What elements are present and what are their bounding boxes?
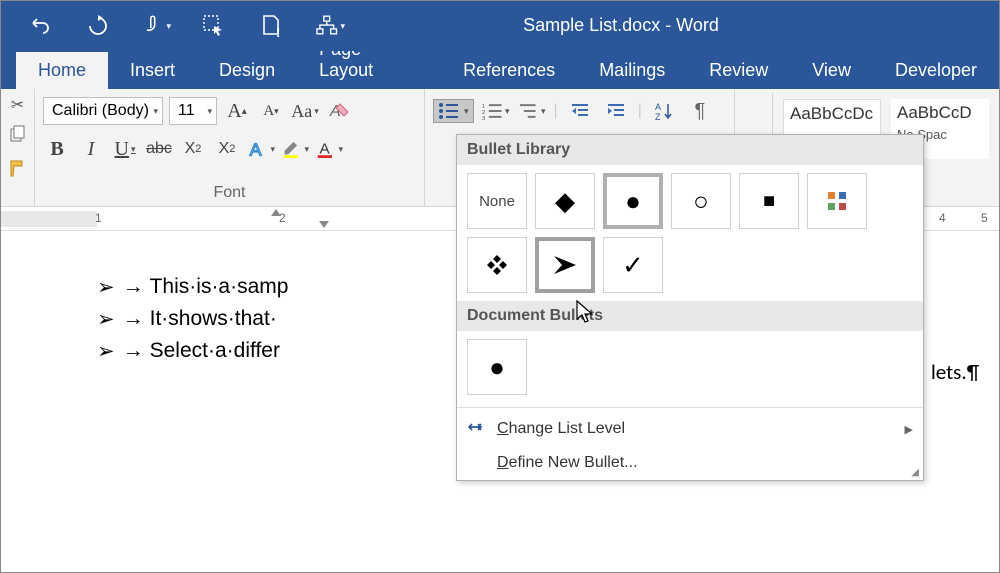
bullet-option-arrowhead[interactable]: [535, 237, 595, 293]
change-case-button[interactable]: Aa▾: [291, 97, 319, 125]
select-objects-icon[interactable]: [199, 11, 229, 41]
copy-icon[interactable]: [9, 125, 27, 148]
tab-design[interactable]: Design: [197, 52, 297, 89]
tab-insert[interactable]: Insert: [108, 52, 197, 89]
undo-icon[interactable]: [25, 11, 55, 41]
decrease-indent-button[interactable]: [566, 97, 594, 125]
change-list-level-menuitem[interactable]: Change List Level ▶: [457, 412, 923, 446]
svg-text:A: A: [319, 140, 330, 157]
bullet-option-four-diamonds[interactable]: [807, 173, 867, 229]
increase-indent-button[interactable]: [602, 97, 630, 125]
text-effects-button[interactable]: A▾: [247, 135, 275, 163]
show-paragraph-marks-button[interactable]: ¶: [686, 97, 714, 125]
svg-text:A: A: [250, 139, 262, 159]
bullet-option-doc-circle[interactable]: ●: [467, 339, 527, 395]
italic-button[interactable]: I: [77, 135, 105, 163]
multilevel-list-button[interactable]: ▾: [518, 97, 546, 125]
app-title: Sample List.docx - Word: [523, 15, 719, 36]
bullet-option-diamond[interactable]: ◆: [535, 173, 595, 229]
bullet-option-hollow-circle[interactable]: ○: [671, 173, 731, 229]
redo-icon[interactable]: [83, 11, 113, 41]
tab-review[interactable]: Review: [687, 52, 790, 89]
bullet-library-header: Bullet Library: [457, 135, 923, 165]
bullet-glyph: ➢: [97, 306, 115, 332]
tab-mailings[interactable]: Mailings: [577, 52, 687, 89]
svg-text:3: 3: [482, 116, 485, 120]
tab-view[interactable]: View: [790, 52, 873, 89]
clear-formatting-button[interactable]: A: [325, 97, 353, 125]
sort-button[interactable]: AZ: [650, 97, 678, 125]
tab-references[interactable]: References: [441, 52, 577, 89]
document-bullets-header: Document Bullets: [457, 301, 923, 331]
define-new-bullet-menuitem[interactable]: Define New Bullet...: [457, 446, 923, 480]
format-painter-icon[interactable]: [8, 158, 28, 183]
bullets-button[interactable]: ▾: [433, 99, 474, 123]
mouse-cursor-icon: [575, 299, 595, 330]
tab-developer[interactable]: Developer: [873, 52, 999, 89]
submenu-arrow-icon: ▶: [905, 423, 913, 436]
new-document-icon[interactable]: !: [257, 11, 287, 41]
bullet-option-filled-square[interactable]: ■: [739, 173, 799, 229]
tab-mark: →: [123, 275, 144, 299]
highlight-button[interactable]: ▾: [281, 135, 309, 163]
numbering-button[interactable]: 123▾: [482, 97, 510, 125]
font-color-button[interactable]: A▾: [315, 135, 343, 163]
font-size-selector[interactable]: 11 ▾: [169, 97, 217, 125]
clipboard-group: ✂: [1, 89, 35, 206]
font-name-value: Calibri (Body): [52, 102, 149, 120]
change-level-icon: [467, 420, 485, 439]
bullet-option-clubs[interactable]: [467, 237, 527, 293]
grow-font-button[interactable]: A▴: [223, 97, 251, 125]
hierarchy-icon[interactable]: ▾: [315, 11, 345, 41]
resize-grip-icon[interactable]: ◢: [911, 467, 919, 478]
chevron-down-icon: ▾: [464, 106, 469, 117]
bullets-dropdown: Bullet Library None ◆ ● ○ ■ ✓ Document B…: [456, 134, 924, 481]
bold-button[interactable]: B: [43, 135, 71, 163]
ribbon-tabs: Home Insert Design Page Layout Reference…: [1, 51, 999, 89]
tab-mark: →: [123, 307, 144, 331]
svg-text:!: !: [276, 25, 280, 38]
svg-text:Z: Z: [655, 112, 661, 121]
chevron-down-icon: ▾: [153, 106, 158, 117]
font-group-label: Font: [41, 184, 418, 204]
bullet-glyph: ➢: [97, 338, 115, 364]
bullets-icon: [438, 102, 460, 120]
font-size-value: 11: [178, 102, 195, 120]
document-text-trail: lets.¶: [931, 359, 979, 385]
subscript-button[interactable]: X2: [179, 135, 207, 163]
underline-button[interactable]: U▾: [111, 135, 139, 163]
bullet-option-filled-circle[interactable]: ●: [603, 173, 663, 229]
bullet-glyph: ➢: [97, 274, 115, 300]
bullet-option-none[interactable]: None: [467, 173, 527, 229]
first-line-indent-marker[interactable]: [271, 209, 281, 216]
title-bar: ▾ ! ▾ Sample List.docx - Word: [1, 1, 999, 51]
strikethrough-button[interactable]: abc: [145, 135, 173, 163]
font-name-selector[interactable]: Calibri (Body) ▾: [43, 97, 163, 125]
quick-access-toolbar: ▾ ! ▾: [1, 11, 345, 41]
cut-icon[interactable]: ✂: [11, 95, 24, 115]
tab-home[interactable]: Home: [16, 52, 108, 89]
superscript-button[interactable]: X2: [213, 135, 241, 163]
touch-mode-icon[interactable]: ▾: [141, 11, 171, 41]
hanging-indent-marker[interactable]: [319, 221, 329, 228]
bullet-option-checkmark[interactable]: ✓: [603, 237, 663, 293]
chevron-down-icon: ▾: [207, 106, 212, 117]
font-group: Calibri (Body) ▾ 11 ▾ A▴ A▾ Aa▾ A B I U▾…: [35, 89, 425, 206]
tab-mark: →: [123, 339, 144, 363]
shrink-font-button[interactable]: A▾: [257, 97, 285, 125]
svg-text:A: A: [655, 102, 661, 112]
